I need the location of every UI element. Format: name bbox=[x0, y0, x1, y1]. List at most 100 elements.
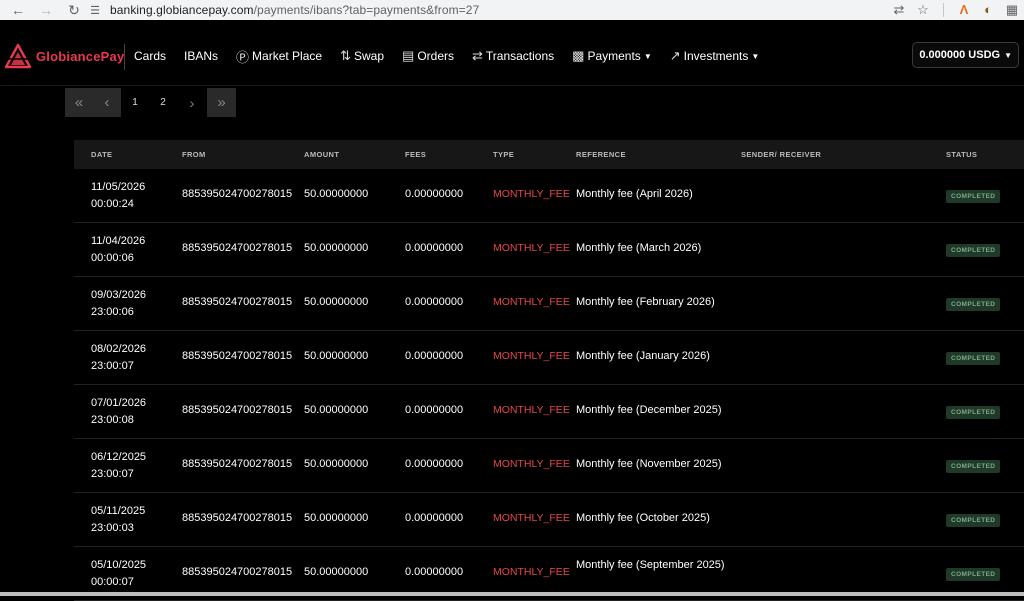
date-value: 11/05/2026 bbox=[91, 181, 146, 193]
extension-icon-2[interactable]: ◐ bbox=[976, 0, 1000, 20]
nav-payments-label: Payments bbox=[587, 49, 641, 63]
reference-cell: Monthly fee (September 2025) bbox=[576, 559, 725, 571]
logo[interactable]: GlobiancePay bbox=[4, 42, 124, 70]
reload-icon[interactable]: ↻ bbox=[60, 0, 88, 20]
market-place-icon: Ⓟ bbox=[236, 49, 250, 65]
header-reference: REFERENCE bbox=[576, 150, 626, 159]
last-page-icon[interactable]: » bbox=[207, 88, 236, 117]
from-cell: 885395024700278015 bbox=[182, 458, 293, 470]
time-value: 23:00:03 bbox=[91, 522, 134, 534]
nav-ibans[interactable]: IBANs bbox=[184, 49, 218, 63]
brand-name: GlobiancePay bbox=[36, 48, 125, 64]
address-bar[interactable]: ☰ banking.globiancepay.com/payments/iban… bbox=[86, 1, 926, 19]
next-page-icon[interactable]: › bbox=[177, 88, 207, 117]
url-text[interactable]: banking.globiancepay.com/payments/ibans?… bbox=[110, 3, 479, 17]
page-1-button[interactable]: 1 bbox=[121, 88, 149, 117]
header-status: STATUS bbox=[946, 150, 978, 159]
chevron-down-icon: ▼ bbox=[643, 51, 652, 61]
amount-cell: 50.00000000 bbox=[304, 512, 369, 524]
table-row[interactable]: 09/03/2026 23:00:06 885395024700278015 50… bbox=[74, 277, 1024, 331]
translate-icon[interactable]: ⇄ bbox=[887, 0, 911, 20]
table-row[interactable]: 07/01/2026 23:00:08 885395024700278015 50… bbox=[74, 385, 1024, 439]
toolbar-divider bbox=[943, 3, 944, 17]
type-cell: MONTHLY_FEE bbox=[493, 242, 570, 254]
prev-page-icon[interactable]: ‹ bbox=[93, 94, 121, 111]
table-row[interactable]: 11/05/2026 00:00:24 885395024700278015 50… bbox=[74, 169, 1024, 223]
nav-swap[interactable]: ⇅ Swap bbox=[340, 48, 384, 64]
forward-icon[interactable]: → bbox=[32, 0, 60, 20]
fees-cell: 0.00000000 bbox=[405, 512, 464, 524]
date-value: 09/03/2026 bbox=[91, 289, 147, 301]
pagination-first-prev-group: « ‹ bbox=[65, 88, 121, 117]
nav-investments-label: Investments bbox=[683, 49, 749, 63]
window-bottom-edge bbox=[0, 592, 1024, 596]
table-row[interactable]: 05/11/2025 23:00:03 885395024700278015 50… bbox=[74, 493, 1024, 547]
nav-swap-label: Swap bbox=[353, 49, 385, 63]
pagination: « ‹ 1 2 › » bbox=[65, 88, 236, 117]
fees-cell: 0.00000000 bbox=[405, 458, 464, 470]
header-type: TYPE bbox=[493, 150, 515, 159]
orders-icon: ▤ bbox=[402, 48, 415, 63]
from-cell: 885395024700278015 bbox=[182, 566, 293, 578]
amount-cell: 50.00000000 bbox=[304, 296, 369, 308]
reference-cell: Monthly fee (February 2026) bbox=[576, 296, 715, 308]
fees-cell: 0.00000000 bbox=[405, 404, 464, 416]
header-divider bbox=[124, 44, 125, 70]
fees-cell: 0.00000000 bbox=[405, 242, 464, 254]
date-cell: 07/01/2026 23:00:08 bbox=[91, 395, 171, 429]
extensions-puzzle-icon[interactable]: ▦ bbox=[1000, 0, 1024, 20]
time-value: 23:00:07 bbox=[91, 360, 134, 372]
type-cell: MONTHLY_FEE bbox=[493, 350, 570, 362]
nav-orders-label: Orders bbox=[417, 49, 454, 63]
investments-trend-icon: ↗ bbox=[669, 48, 681, 63]
site-settings-icon[interactable]: ☰ bbox=[86, 4, 104, 17]
nav-cards[interactable]: Cards bbox=[134, 49, 166, 63]
header-from: FROM bbox=[182, 150, 206, 159]
status-badge: COMPLETED bbox=[946, 190, 1001, 203]
nav-orders[interactable]: ▤ Orders bbox=[402, 48, 454, 64]
time-value: 23:00:07 bbox=[91, 468, 134, 480]
extension-icon-1[interactable]: Λ bbox=[952, 0, 976, 20]
first-page-icon[interactable]: « bbox=[65, 94, 93, 111]
balance-dropdown[interactable]: 0.000000 USDG ▼ bbox=[912, 42, 1019, 68]
header-sender-receiver: SENDER/ RECEIVER bbox=[741, 150, 822, 159]
reference-cell: Monthly fee (January 2026) bbox=[576, 350, 710, 362]
table-row[interactable]: 06/12/2025 23:00:07 885395024700278015 50… bbox=[74, 439, 1024, 493]
transactions-icon: ⇄ bbox=[472, 48, 483, 63]
bookmark-star-icon[interactable]: ☆ bbox=[911, 0, 935, 20]
table-row[interactable]: 11/04/2026 00:00:06 885395024700278015 50… bbox=[74, 223, 1024, 277]
nav-cards-label: Cards bbox=[134, 49, 167, 63]
date-cell: 11/04/2026 00:00:06 bbox=[91, 233, 171, 267]
table-row[interactable]: 08/02/2026 23:00:07 885395024700278015 50… bbox=[74, 331, 1024, 385]
date-value: 11/04/2026 bbox=[91, 235, 146, 247]
type-cell: MONTHLY_FEE bbox=[493, 458, 570, 470]
amount-cell: 50.00000000 bbox=[304, 566, 369, 578]
nav-transactions-label: Transactions bbox=[485, 49, 555, 63]
back-icon[interactable]: ← bbox=[4, 0, 32, 20]
date-value: 06/12/2025 bbox=[91, 451, 147, 463]
nav-transactions[interactable]: ⇄ Transactions bbox=[472, 48, 554, 64]
payments-table: DATE FROM AMOUNT FEES TYPE REFERENCE SEN… bbox=[74, 140, 1024, 601]
fees-cell: 0.00000000 bbox=[405, 188, 464, 200]
status-badge: COMPLETED bbox=[946, 406, 1001, 419]
payments-card-icon: ▩ bbox=[572, 48, 585, 63]
url-path: /payments/ibans?tab=payments&from=27 bbox=[253, 3, 480, 17]
page-2-button[interactable]: 2 bbox=[149, 88, 177, 117]
nav-ibans-label: IBANs bbox=[184, 49, 219, 63]
date-cell: 08/02/2026 23:00:07 bbox=[91, 341, 171, 375]
balance-value: 0.000000 USDG bbox=[919, 49, 1001, 61]
date-value: 05/11/2025 bbox=[91, 505, 146, 517]
swap-icon: ⇅ bbox=[340, 48, 351, 63]
nav-investments[interactable]: ↗ Investments ▼ bbox=[670, 48, 760, 64]
time-value: 23:00:08 bbox=[91, 414, 134, 426]
nav-payments[interactable]: ▩ Payments ▼ bbox=[572, 48, 652, 64]
browser-actions: ⇄ ☆ Λ ◐ ▦ bbox=[887, 0, 1024, 20]
amount-cell: 50.00000000 bbox=[304, 242, 369, 254]
fees-cell: 0.00000000 bbox=[405, 296, 464, 308]
reference-cell: Monthly fee (March 2026) bbox=[576, 242, 702, 254]
amount-cell: 50.00000000 bbox=[304, 350, 369, 362]
from-cell: 885395024700278015 bbox=[182, 404, 293, 416]
nav-market-place[interactable]: Ⓟ Market Place bbox=[236, 47, 322, 66]
main-nav: Cards IBANs Ⓟ Market Place ⇅ Swap ▤ Orders … bbox=[134, 26, 777, 86]
date-value: 07/01/2026 bbox=[91, 397, 147, 409]
